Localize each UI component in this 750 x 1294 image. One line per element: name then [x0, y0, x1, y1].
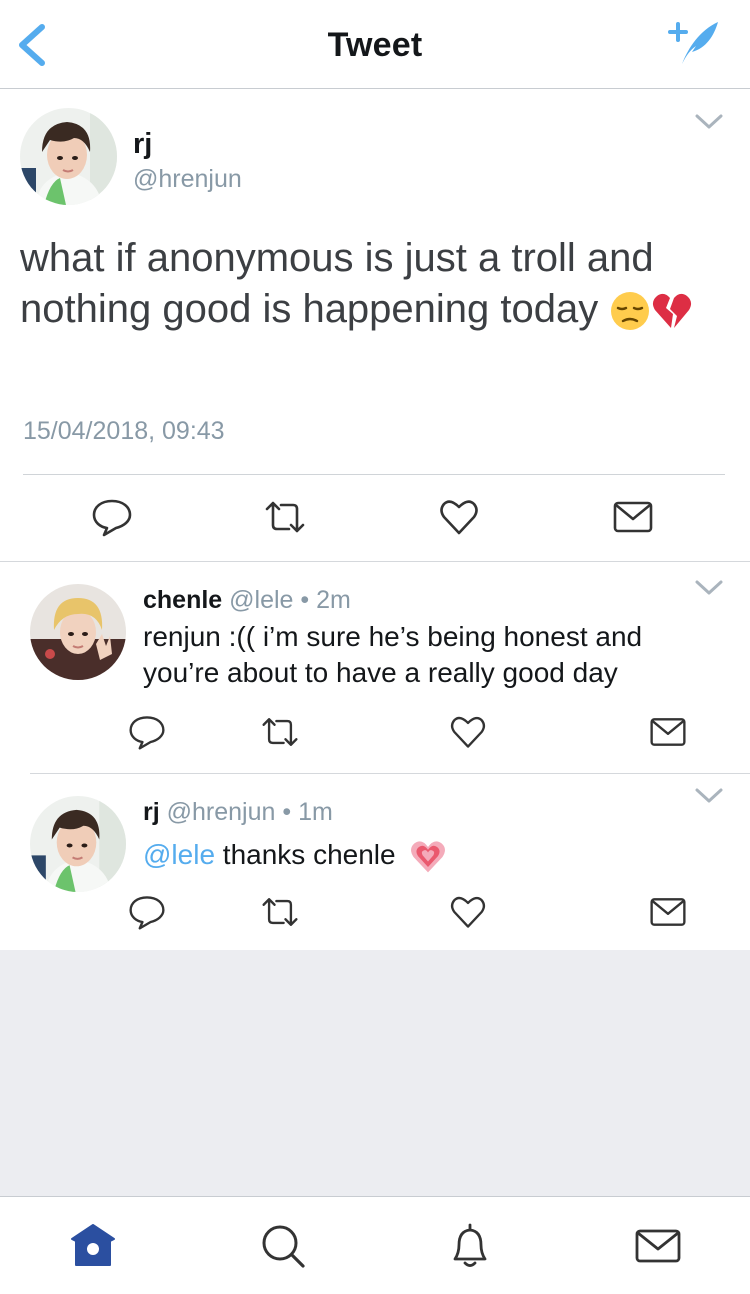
like-heart-icon[interactable]	[437, 495, 481, 539]
reply-actions	[0, 712, 750, 762]
reply-icon[interactable]	[127, 712, 167, 752]
like-heart-icon[interactable]	[448, 712, 488, 752]
direct-message-icon[interactable]	[648, 712, 688, 752]
reply-actions	[0, 892, 750, 942]
author-handle[interactable]: @hrenjun	[133, 165, 242, 194]
chevron-down-icon[interactable]	[694, 578, 724, 598]
reply-icon[interactable]	[90, 495, 134, 539]
search-icon[interactable]	[258, 1221, 308, 1271]
author-handle[interactable]: @hrenjun	[167, 798, 276, 826]
top-nav-bar: Tweet	[0, 0, 750, 89]
pink-heart-emoji	[411, 841, 446, 872]
home-icon[interactable]	[68, 1221, 118, 1271]
notifications-bell-icon[interactable]	[445, 1221, 495, 1271]
direct-message-icon[interactable]	[611, 495, 655, 539]
like-heart-icon[interactable]	[448, 892, 488, 932]
main-tweet: rj @hrenjun what if anonymous is just a …	[0, 90, 750, 561]
author-name[interactable]: rj	[133, 128, 152, 161]
author-name[interactable]: chenle	[143, 586, 222, 614]
retweet-icon[interactable]	[263, 495, 307, 539]
author-handle[interactable]: @lele	[229, 586, 293, 614]
reply-tweet[interactable]: chenle @lele • 2m renjun :(( i’m sure he…	[0, 562, 750, 773]
reply-icon[interactable]	[127, 892, 167, 932]
reply-text-content: thanks chenle	[215, 839, 396, 870]
chevron-down-icon[interactable]	[694, 786, 724, 806]
empty-background	[0, 950, 750, 1196]
tweet-actions	[0, 495, 750, 545]
bottom-tab-bar	[0, 1196, 750, 1294]
tweet-timestamp: 15/04/2018, 09:43	[23, 417, 225, 445]
avatar[interactable]	[30, 796, 126, 892]
divider	[23, 474, 725, 475]
tweet-text-content: what if anonymous is just a troll and no…	[20, 236, 654, 331]
page-title: Tweet	[327, 26, 423, 64]
chevron-down-icon[interactable]	[694, 112, 724, 132]
reply-text: @lele thanks chenle	[143, 837, 723, 876]
reply-header: rj @hrenjun • 1m	[143, 798, 333, 827]
compose-tweet-icon[interactable]	[662, 18, 722, 68]
reply-time: • 1m	[282, 798, 333, 826]
mention-link[interactable]: @lele	[143, 839, 215, 870]
author-name[interactable]: rj	[143, 798, 160, 826]
reply-text: renjun :(( i’m sure he’s being honest an…	[143, 621, 643, 688]
tweet-text: what if anonymous is just a troll and no…	[20, 233, 732, 335]
avatar[interactable]	[30, 584, 126, 680]
messages-icon[interactable]	[633, 1221, 683, 1271]
pensive-face-emoji	[611, 292, 650, 331]
reply-time: • 2m	[300, 586, 351, 614]
direct-message-icon[interactable]	[648, 892, 688, 932]
retweet-icon[interactable]	[260, 892, 300, 932]
reply-tweet[interactable]: rj @hrenjun • 1m @lele thanks chenle	[0, 774, 750, 950]
retweet-icon[interactable]	[260, 712, 300, 752]
broken-heart-emoji	[653, 294, 692, 329]
reply-header: chenle @lele • 2m	[143, 586, 351, 615]
avatar[interactable]	[20, 108, 117, 205]
